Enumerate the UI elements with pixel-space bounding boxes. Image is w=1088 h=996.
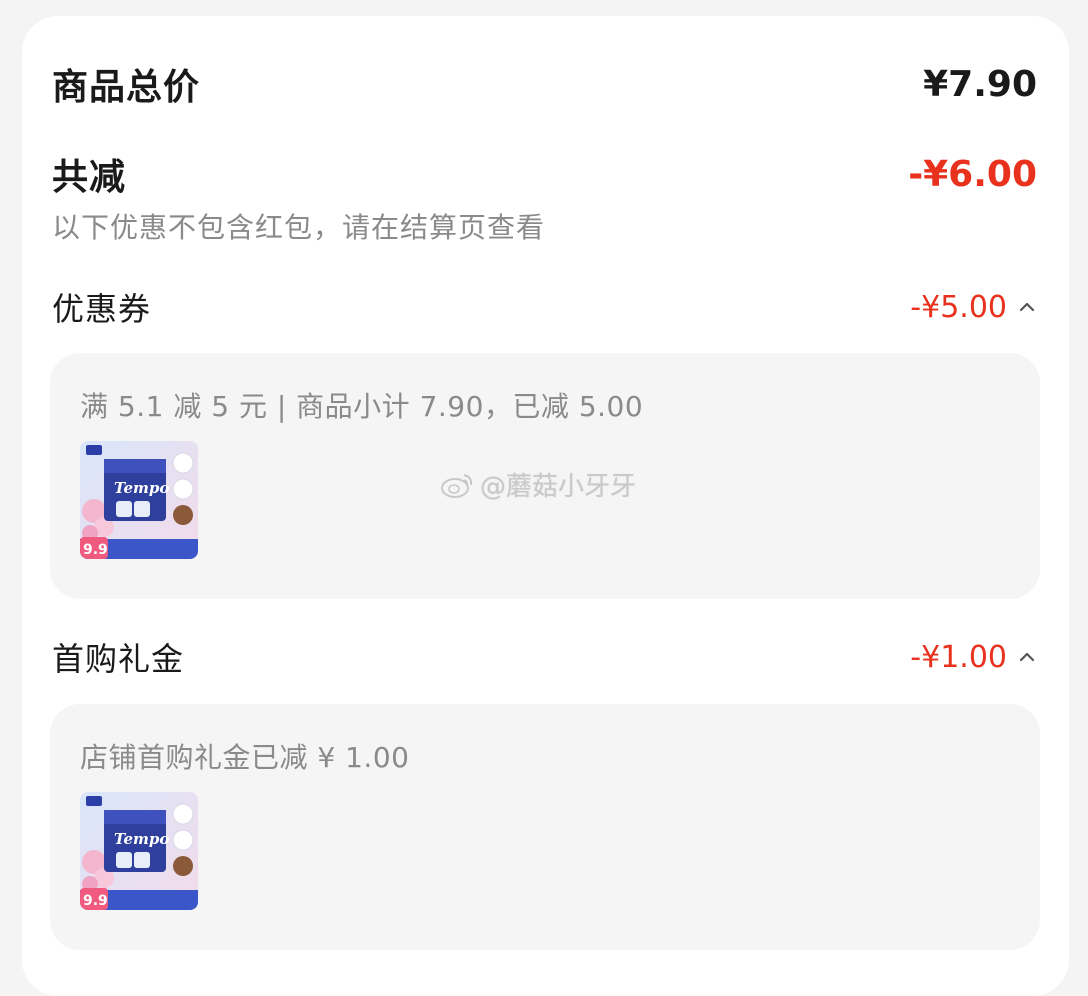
first-purchase-row[interactable]: 首购礼金 -¥1.00 xyxy=(52,634,1037,680)
product-brand-text: Tempo xyxy=(114,479,169,497)
chevron-up-icon[interactable] xyxy=(1017,647,1037,667)
product-image: Tempo 9.9 xyxy=(80,792,198,910)
total-discount-amount: -¥6.00 xyxy=(908,153,1037,195)
coupon-label: 优惠券 xyxy=(52,290,152,328)
total-price-label: 商品总价 xyxy=(52,67,201,108)
first-purchase-detail-text: 店铺首购礼金已减 ¥ 1.00 xyxy=(80,741,410,774)
total-price-amount: ¥7.90 xyxy=(923,63,1037,105)
coupon-detail-text: 满 5.1 减 5 元 | 商品小计 7.90，已减 5.00 xyxy=(80,390,644,423)
first-purchase-label: 首购礼金 xyxy=(52,640,185,678)
total-discount-label: 共减 xyxy=(52,157,127,198)
product-image: Tempo 9.9 xyxy=(80,441,198,559)
product-price-tag: 9.9 xyxy=(83,542,108,558)
watermark: @蘑菇小牙牙 xyxy=(440,466,636,503)
first-purchase-amount: -¥1.00 xyxy=(910,639,1007,675)
watermark-text: @蘑菇小牙牙 xyxy=(480,472,637,502)
coupon-toggle[interactable]: -¥5.00 xyxy=(910,290,1037,325)
discount-note: 以下优惠不包含红包，请在结算页查看 xyxy=(52,211,546,244)
coupon-row[interactable]: 优惠券 -¥5.00 xyxy=(52,284,1037,330)
total-discount-row: 共减 -¥6.00 xyxy=(52,148,1037,200)
weibo-icon xyxy=(441,473,473,498)
first-purchase-detail-panel: 店铺首购礼金已减 ¥ 1.00 Tempo 9.9 xyxy=(50,704,1040,950)
product-thumbnail[interactable]: Tempo 9.9 xyxy=(80,792,198,910)
product-price-tag: 9.9 xyxy=(83,893,108,909)
discount-detail-card: 商品总价 ¥7.90 共减 -¥6.00 以下优惠不包含红包，请在结算页查看 优… xyxy=(22,16,1069,996)
product-thumbnail[interactable]: Tempo 9.9 xyxy=(80,441,198,559)
total-price-row: 商品总价 ¥7.90 xyxy=(52,58,1037,110)
product-brand-text: Tempo xyxy=(114,830,169,848)
chevron-up-icon[interactable] xyxy=(1017,297,1037,317)
first-purchase-toggle[interactable]: -¥1.00 xyxy=(910,640,1037,675)
coupon-amount: -¥5.00 xyxy=(910,289,1007,325)
